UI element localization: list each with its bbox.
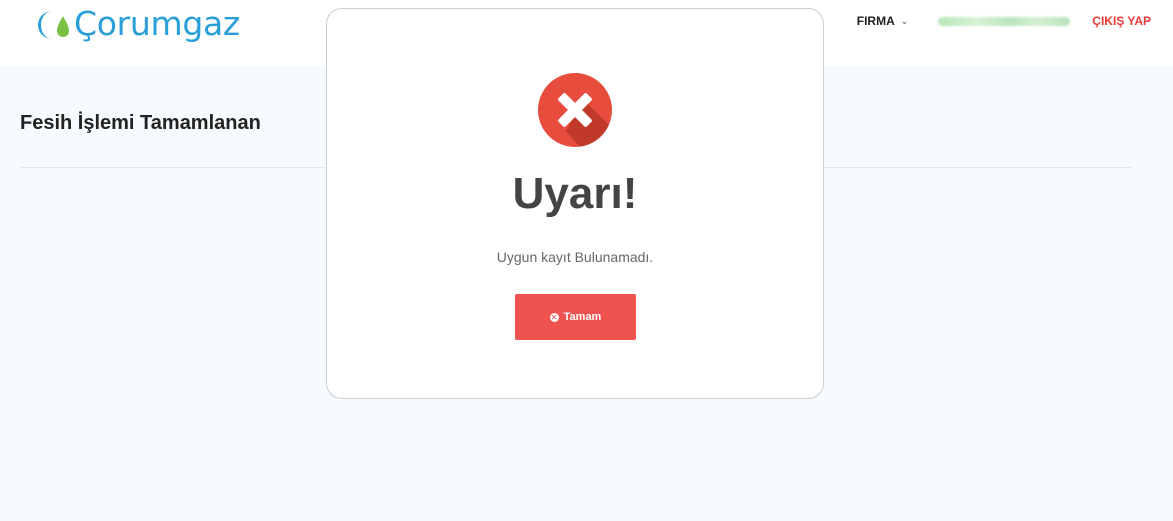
ok-button[interactable]: ✕ Tamam bbox=[515, 294, 636, 340]
ok-button-label: Tamam bbox=[563, 311, 602, 323]
alert-dialog: Uyarı! Uygun kayıt Bulunamadı. ✕ Tamam bbox=[326, 8, 824, 399]
corumgaz-logo-icon bbox=[26, 4, 72, 44]
modal-message: Uygun kayıt Bulunamadı. bbox=[496, 249, 654, 265]
firma-menu-label: FIRMA bbox=[856, 14, 895, 28]
modal-title: Uyarı! bbox=[512, 169, 638, 218]
error-x-icon bbox=[538, 73, 612, 147]
firma-menu[interactable]: FIRMA ⌄ bbox=[857, 14, 909, 28]
user-name[interactable] bbox=[938, 16, 1071, 26]
top-nav: FIRMA ⌄ ÇIKIŞ YAP bbox=[857, 14, 1151, 28]
brand-name: Çorumgaz bbox=[74, 4, 240, 43]
close-circle-icon: ✕ bbox=[549, 312, 559, 322]
brand-logo[interactable]: Çorumgaz bbox=[26, 4, 240, 44]
page-title: Fesih İşlemi Tamamlanan bbox=[20, 112, 261, 134]
chevron-down-icon: ⌄ bbox=[900, 15, 909, 26]
logout-link[interactable]: ÇIKIŞ YAP bbox=[1092, 14, 1151, 28]
